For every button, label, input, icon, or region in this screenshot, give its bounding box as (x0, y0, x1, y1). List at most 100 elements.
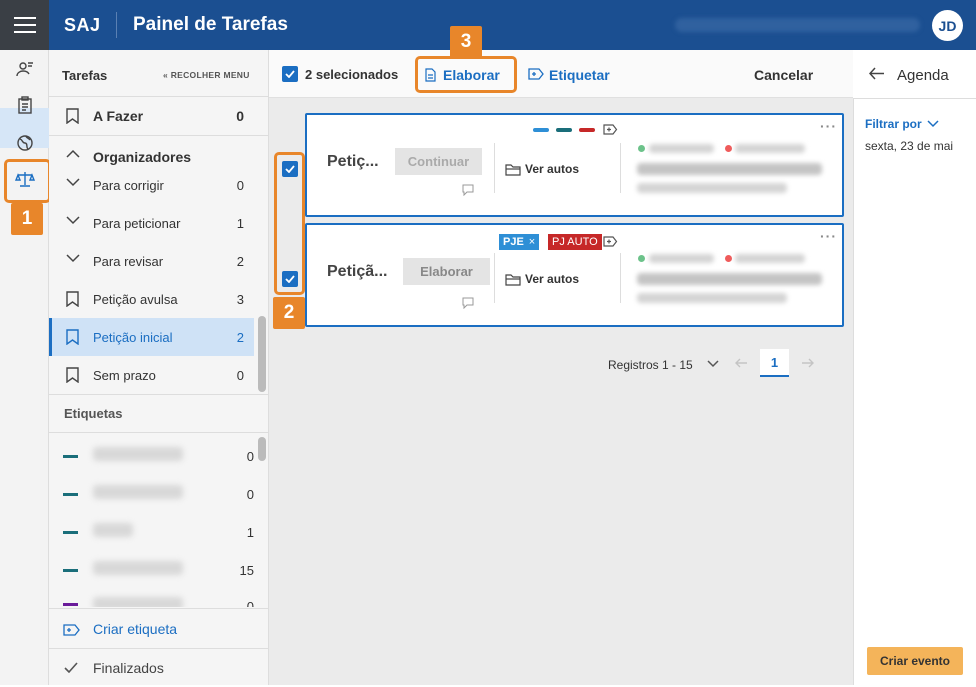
clipboard-icon (17, 96, 32, 114)
check-icon (285, 165, 295, 173)
card-divider (620, 143, 621, 193)
tags-heading: Etiquetas (64, 406, 123, 421)
sidebar-item-para-revisar[interactable]: Para revisar 2 (49, 242, 254, 280)
tag-name-redacted (93, 485, 183, 499)
more-options-icon[interactable]: ··· (820, 228, 837, 244)
sidebar-item-para-peticionar[interactable]: Para peticionar 1 (49, 204, 254, 242)
continue-button[interactable]: Continuar (395, 148, 482, 175)
hamburger-icon (13, 17, 36, 33)
card-2-checkbox[interactable] (282, 271, 298, 287)
folder-icon (505, 273, 521, 286)
divider (49, 135, 269, 136)
next-page-button[interactable] (793, 349, 822, 377)
comment-icon[interactable] (462, 184, 474, 196)
tag-color-bar (63, 603, 78, 606)
collapse-menu-button[interactable]: « RECOLHER MENU (163, 70, 250, 80)
redacted-text (735, 144, 805, 153)
tag-name-redacted (93, 523, 133, 537)
step-badge-3: 3 (450, 26, 482, 58)
redacted-text (735, 254, 805, 263)
bookmark-icon (66, 329, 79, 345)
redacted-text (637, 273, 822, 285)
sidebar-item-peticao-avulsa[interactable]: Petição avulsa 3 (49, 280, 254, 318)
tags-scrollbar[interactable] (258, 437, 266, 461)
status-dot (725, 255, 732, 262)
tag-chip (556, 128, 572, 132)
divider (49, 608, 269, 609)
rail-people-button[interactable] (8, 54, 41, 84)
chevron-down-icon[interactable] (707, 360, 719, 368)
comment-icon[interactable] (462, 297, 474, 309)
redacted-text (649, 254, 714, 263)
agenda-title: Agenda (897, 67, 949, 84)
menu-button[interactable] (0, 0, 49, 50)
rail-globe-button[interactable] (8, 128, 41, 158)
tag-chip (533, 128, 549, 132)
tag-item[interactable]: 0 (49, 437, 254, 475)
globe-icon (16, 135, 33, 151)
step-badge-2: 2 (273, 297, 305, 329)
tag-add-icon (63, 624, 80, 636)
organizers-scrollbar[interactable] (258, 316, 266, 392)
bookmark-icon (66, 291, 79, 307)
tag-color-bar (63, 531, 78, 534)
status-dot (638, 255, 645, 262)
tag-item[interactable]: 15 (49, 551, 254, 589)
tag-name-redacted (93, 447, 183, 461)
chevron-down-icon (66, 178, 80, 187)
tag-chip (579, 128, 595, 132)
header-divider (116, 12, 117, 38)
header-search[interactable] (675, 18, 920, 32)
tag-item[interactable]: 1 (49, 513, 254, 551)
cancel-button[interactable]: Cancelar (754, 67, 813, 83)
arrow-left-icon[interactable] (869, 67, 885, 80)
task-card[interactable]: PJE × PJ AUTO ··· Petiçã... Elaborar Ver… (305, 223, 844, 327)
records-range: Registros 1 - 15 (608, 358, 693, 372)
status-dot (725, 145, 732, 152)
sidebar-item-sem-prazo[interactable]: Sem prazo 0 (49, 356, 254, 394)
divider (49, 432, 269, 433)
avatar[interactable]: JD (932, 10, 963, 41)
folder-icon (505, 163, 521, 176)
highlight-3 (415, 56, 517, 93)
rail-tasks-button[interactable] (8, 90, 41, 120)
redacted-text (637, 293, 787, 303)
highlight-1 (4, 159, 51, 203)
chevron-down-icon (66, 254, 80, 263)
close-icon[interactable]: × (529, 236, 535, 248)
more-options-icon[interactable]: ··· (820, 118, 837, 134)
elaborate-card-button[interactable]: Elaborar (403, 258, 490, 285)
select-all-checkbox[interactable] (282, 66, 298, 82)
card-divider (620, 253, 621, 303)
create-tag-button[interactable]: Criar etiqueta (49, 610, 269, 648)
task-card[interactable]: ··· Petiç... Continuar Ver autos (305, 113, 844, 217)
check-icon (285, 70, 295, 78)
tag-pill[interactable]: PJE × (499, 234, 540, 250)
sidebar-heading: Tarefas (62, 68, 108, 83)
filter-dropdown[interactable]: Filtrar por (865, 117, 939, 131)
tag-add-icon[interactable] (603, 124, 618, 135)
tag-add-icon[interactable] (603, 236, 618, 247)
card-divider (494, 253, 495, 303)
finished-button[interactable]: Finalizados (49, 649, 269, 687)
tag-button[interactable]: Etiquetar (528, 59, 628, 90)
arrow-right-icon (802, 358, 814, 368)
selected-count: 2 selecionados (305, 67, 399, 82)
tag-item[interactable]: 0 (49, 589, 254, 607)
view-case-button[interactable]: Ver autos (505, 162, 579, 176)
sidebar-item-todo[interactable]: A Fazer 0 (49, 97, 254, 135)
create-event-button[interactable]: Criar evento (867, 647, 963, 675)
tag-pill[interactable]: PJ AUTO (548, 234, 602, 250)
page-button[interactable]: 1 (760, 349, 789, 377)
tag-color-bar (63, 569, 78, 572)
step-badge-1: 1 (11, 203, 43, 235)
card-1-checkbox[interactable] (282, 161, 298, 177)
arrow-left-icon (735, 358, 747, 368)
sidebar-item-peticao-inicial[interactable]: Petição inicial 2 (49, 318, 254, 356)
tag-item[interactable]: 0 (49, 475, 254, 513)
view-case-button[interactable]: Ver autos (505, 272, 579, 286)
prev-page-button[interactable] (727, 349, 756, 377)
sidebar-item-para-corrigir[interactable]: Para corrigir 0 (49, 166, 254, 204)
redacted-text (649, 144, 714, 153)
person-list-icon (15, 62, 33, 77)
